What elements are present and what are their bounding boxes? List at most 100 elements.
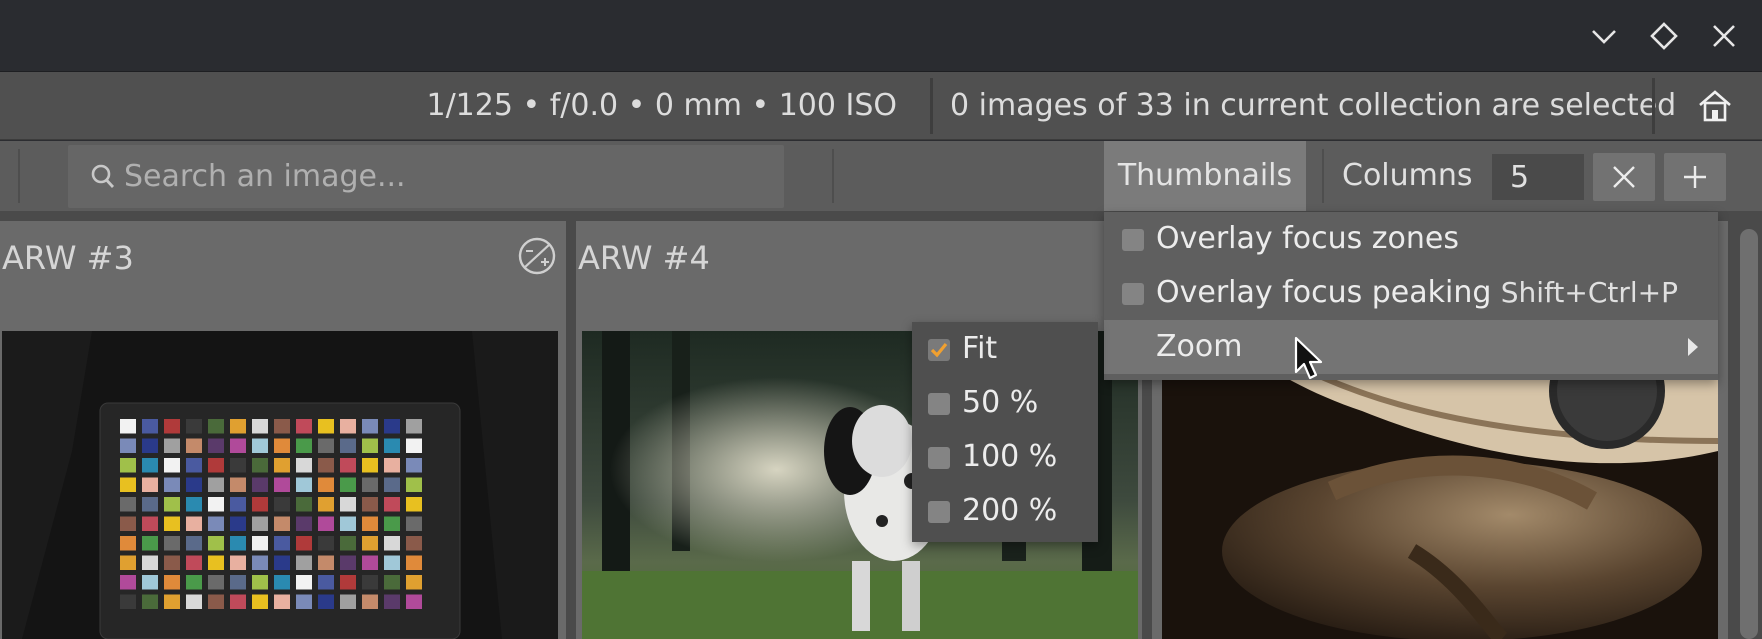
divider: [1322, 149, 1324, 203]
color-patch: [142, 438, 158, 453]
color-patch: [252, 516, 268, 531]
color-patch: [208, 419, 224, 434]
color-patch: [230, 594, 246, 609]
zoom-option-100[interactable]: 100 %: [912, 430, 1098, 484]
color-patch: [252, 458, 268, 473]
mouse-cursor-icon: [1294, 336, 1323, 380]
color-patch: [274, 555, 290, 570]
color-patch: [296, 555, 312, 570]
color-patch: [406, 477, 422, 492]
search-input[interactable]: [124, 145, 764, 208]
color-patch: [142, 516, 158, 531]
checkbox[interactable]: [928, 501, 950, 523]
columns-label: Columns: [1342, 158, 1473, 193]
checkbox-checked[interactable]: [928, 339, 950, 361]
color-patch: [340, 516, 356, 531]
color-patch: [406, 536, 422, 551]
color-patch: [296, 516, 312, 531]
scrollbar[interactable]: [1738, 221, 1760, 639]
info-bar: 1/125 • f/0.0 • 0 mm • 100 ISO 0 images …: [0, 72, 1762, 140]
checkbox[interactable]: [928, 447, 950, 469]
exposure-icon[interactable]: [518, 237, 556, 275]
color-patch: [340, 419, 356, 434]
color-patch: [230, 555, 246, 570]
color-patch: [230, 536, 246, 551]
color-patch: [406, 497, 422, 512]
color-patch: [406, 438, 422, 453]
color-patch: [164, 438, 180, 453]
color-patch: [318, 594, 334, 609]
color-patch: [340, 555, 356, 570]
color-patch: [208, 594, 224, 609]
color-patch: [208, 555, 224, 570]
color-patch: [296, 438, 312, 453]
color-patch: [230, 419, 246, 434]
color-patch: [186, 555, 202, 570]
add-column-button[interactable]: [1664, 153, 1726, 201]
color-patch: [230, 516, 246, 531]
color-patch: [340, 497, 356, 512]
search-box[interactable]: [68, 145, 784, 208]
color-patch: [186, 516, 202, 531]
home-button[interactable]: [1690, 84, 1740, 128]
color-patch: [340, 594, 356, 609]
minimize-button[interactable]: [1584, 16, 1624, 56]
color-patch: [230, 477, 246, 492]
zoom-option-fit[interactable]: Fit: [912, 322, 1098, 376]
color-patch: [274, 477, 290, 492]
color-patch: [186, 438, 202, 453]
color-patch: [120, 536, 136, 551]
color-patch: [318, 477, 334, 492]
color-patch: [318, 536, 334, 551]
color-patch: [252, 419, 268, 434]
search-icon: [91, 164, 115, 188]
color-patch: [340, 575, 356, 590]
columns-input[interactable]: [1492, 154, 1584, 200]
color-patch: [142, 536, 158, 551]
scrollbar-thumb[interactable]: [1740, 229, 1758, 639]
checkbox[interactable]: [1122, 229, 1144, 251]
menu-item-label: Fit: [962, 331, 998, 366]
checkbox[interactable]: [928, 393, 950, 415]
color-patch: [296, 497, 312, 512]
menu-item-overlay-focus-peaking[interactable]: Overlay focus peaking Shift+Ctrl+P: [1104, 266, 1718, 320]
thumbnails-menu-button[interactable]: Thumbnails: [1104, 141, 1306, 211]
color-patch: [318, 555, 334, 570]
color-patch: [318, 497, 334, 512]
remove-column-button[interactable]: [1593, 153, 1655, 201]
menu-item-overlay-focus-zones[interactable]: Overlay focus zones: [1104, 212, 1718, 266]
zoom-option-200[interactable]: 200 %: [912, 484, 1098, 538]
color-patch: [186, 594, 202, 609]
color-patch: [318, 458, 334, 473]
color-patch: [296, 458, 312, 473]
app-window: 1/125 • f/0.0 • 0 mm • 100 ISO 0 images …: [0, 0, 1762, 639]
color-patch: [274, 458, 290, 473]
menu-item-label: Overlay focus peaking: [1156, 275, 1492, 310]
maximize-button[interactable]: [1644, 16, 1684, 56]
color-patch: [208, 458, 224, 473]
divider: [930, 78, 933, 134]
selection-status: 0 images of 33 in current collection are…: [950, 88, 1677, 123]
color-patch: [120, 477, 136, 492]
submenu-arrow-icon: [1688, 338, 1698, 356]
thumbnail-card[interactable]: ARW #3: [0, 221, 566, 639]
color-patch: [362, 458, 378, 473]
color-patch: [252, 497, 268, 512]
color-patch: [318, 575, 334, 590]
title-bar: [0, 0, 1762, 72]
color-patch: [142, 594, 158, 609]
color-patch: [362, 536, 378, 551]
color-patch: [142, 555, 158, 570]
close-button[interactable]: [1704, 16, 1744, 56]
home-icon: [1699, 90, 1731, 122]
color-patch: [274, 575, 290, 590]
zoom-option-50[interactable]: 50 %: [912, 376, 1098, 430]
color-patch: [384, 497, 400, 512]
chevron-down-icon: [1592, 30, 1616, 44]
color-patch: [164, 477, 180, 492]
color-patch: [384, 555, 400, 570]
color-patch: [186, 575, 202, 590]
checkbox[interactable]: [1122, 283, 1144, 305]
close-icon: [1613, 166, 1635, 188]
menu-item-zoom[interactable]: Zoom: [1104, 320, 1718, 374]
